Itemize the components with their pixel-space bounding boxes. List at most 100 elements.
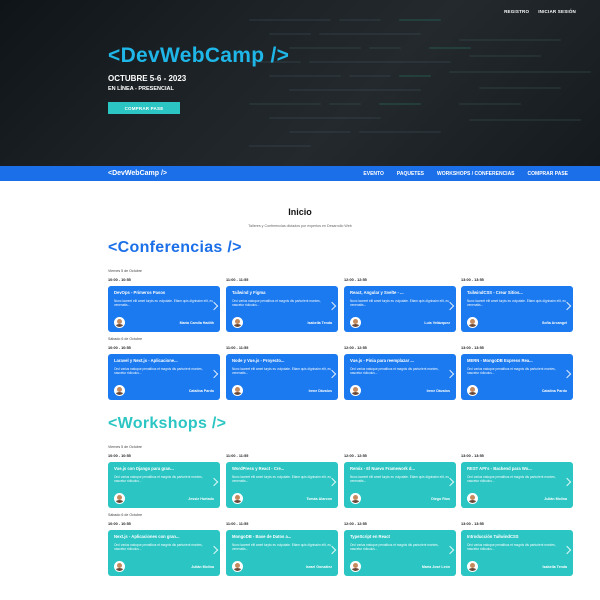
chevron-right-icon[interactable]	[209, 545, 219, 555]
chevron-right-icon[interactable]	[562, 301, 572, 311]
events-row: 10:00 - 10:55 Laravel y Next.js - Aplicac…	[108, 346, 576, 408]
day-label: Sábado 6 de Octubre	[108, 513, 143, 517]
nav-link-comprar-pase[interactable]: COMPRAR PASE	[528, 171, 568, 177]
event-card[interactable]: Next.js - Aplicaciones con gran... Orci v…	[108, 530, 220, 576]
event-column: 11:00 - 11:55 Node y Vue.js - Proyecto...…	[226, 346, 338, 400]
register-link[interactable]: REGISTRO	[504, 9, 529, 14]
nav-link-workshops[interactable]: WORKSHOPS / CONFERENCIAS	[437, 171, 515, 177]
event-card[interactable]: TailwindCSS - Crear Sitios... Nunc laoree…	[461, 286, 573, 332]
chevron-right-icon[interactable]	[445, 369, 455, 379]
chevron-right-icon[interactable]	[209, 369, 219, 379]
chevron-right-icon[interactable]	[209, 301, 219, 311]
event-footer: Diego Ríos	[350, 493, 450, 504]
event-title: Remix - El Nuevo Framework d...	[350, 466, 415, 471]
event-title: REST API's - Backend para Wo...	[467, 466, 532, 471]
event-card[interactable]: MERN - MongoDB Express Rea... Orci varius…	[461, 354, 573, 400]
event-card[interactable]: TypeScript en React Orci varius natoque p…	[344, 530, 456, 576]
nav-link-paquetes[interactable]: PAQUETES	[397, 171, 424, 177]
event-footer: Luis Velázquez	[350, 317, 450, 328]
event-description: Nunc laoreet elit amet turpis eu vulputa…	[467, 299, 567, 307]
event-card[interactable]: DevOps - Primeros Pasos Nunc laoreet elit…	[108, 286, 220, 332]
speaker-avatar	[350, 561, 361, 572]
event-time: 11:00 - 11:55	[226, 522, 249, 526]
speaker-avatar	[232, 561, 243, 572]
section-title-workshops: <Workshops />	[108, 415, 227, 432]
event-time: 13:00 - 13:55	[461, 278, 484, 282]
event-description: Nunc laoreet elit amet turpis eu vulputa…	[232, 367, 332, 375]
speaker-avatar	[232, 385, 243, 396]
chevron-right-icon[interactable]	[562, 477, 572, 487]
event-column: 10:00 - 10:55 DevOps - Primeros Pasos Nunc…	[108, 278, 220, 332]
hero-brand-title[interactable]: <DevWebCamp />	[108, 44, 289, 68]
event-card[interactable]: WordPress y React - Cre... Nunc laoreet e…	[226, 462, 338, 508]
event-time: 13:00 - 13:55	[461, 522, 484, 526]
speaker-name: Isabella Tenda	[307, 320, 333, 325]
chevron-right-icon[interactable]	[327, 545, 337, 555]
event-title: Vue.js - Pinia para reemplazar ...	[350, 358, 414, 363]
event-column: 10:00 - 10:55 Next.js - Aplicaciones con …	[108, 522, 220, 576]
event-footer: Catalina Pardo	[114, 385, 214, 396]
event-footer: Catalina Pardo	[467, 385, 567, 396]
chevron-right-icon[interactable]	[327, 477, 337, 487]
event-time: 13:00 - 13:55	[461, 346, 484, 350]
speaker-name: Luis Velázquez	[424, 320, 450, 325]
chevron-right-icon[interactable]	[327, 369, 337, 379]
chevron-right-icon[interactable]	[327, 301, 337, 311]
event-card[interactable]: Laravel y Next.js - Aplicacione... Orci v…	[108, 354, 220, 400]
event-description: Orci varius natoque penatibus et magnis …	[467, 475, 556, 483]
event-card[interactable]: Tailwind y Figma Orci varius natoque pena…	[226, 286, 338, 332]
navbar-logo[interactable]: <DevWebCamp />	[108, 170, 167, 177]
chevron-right-icon[interactable]	[445, 301, 455, 311]
speaker-name: Julián Molina	[191, 564, 214, 569]
event-footer: Isabella Tenda	[467, 561, 567, 572]
chevron-right-icon[interactable]	[209, 477, 219, 487]
event-footer: Irene Dávalos	[350, 385, 450, 396]
event-title: Next.js - Aplicaciones con gran...	[114, 534, 180, 539]
event-time: 11:00 - 11:55	[226, 454, 249, 458]
chevron-right-icon[interactable]	[562, 369, 572, 379]
event-title: Vue.js con Django para gran...	[114, 466, 174, 471]
event-card[interactable]: Vue.js con Django para gran... Orci variu…	[108, 462, 220, 508]
login-link[interactable]: INICIAR SESIÓN	[538, 9, 576, 14]
event-column: 12:00 - 12:55 Remix - El Nuevo Framework …	[344, 454, 456, 508]
event-description: Nunc laoreet elit amet turpis eu vulputa…	[232, 475, 332, 483]
speaker-name: Julián Molina	[544, 496, 567, 501]
event-footer: Sofía Arcangel	[467, 317, 567, 328]
speaker-avatar	[114, 385, 125, 396]
event-card[interactable]: Node y Vue.js - Proyecto... Nunc laoreet …	[226, 354, 338, 400]
event-description: Orci varius natoque penatibus et magnis …	[232, 299, 321, 307]
event-footer: Isabella Tenda	[232, 317, 332, 328]
event-card[interactable]: Remix - El Nuevo Framework d... Nunc laor…	[344, 462, 456, 508]
event-card[interactable]: MongoDB - Base de Datos a... Nunc laoreet…	[226, 530, 338, 576]
event-time: 12:00 - 12:55	[344, 454, 367, 458]
buy-pass-button[interactable]: COMPRAR PASE	[108, 102, 180, 114]
day-label: Sábado 6 de Octubre	[108, 337, 143, 341]
chevron-right-icon[interactable]	[445, 545, 455, 555]
speaker-name: María Camila Hadith	[179, 320, 214, 325]
speaker-name: Irene Dávalos	[426, 388, 450, 393]
speaker-name: Sofía Arcangel	[541, 320, 567, 325]
section-title-conferencias: <Conferencias />	[108, 239, 242, 256]
event-footer: Julián Molina	[467, 493, 567, 504]
event-column: 13:00 - 13:55 Introducción TailwindCSS Orc…	[461, 522, 573, 576]
nav-link-evento[interactable]: EVENTO	[363, 171, 383, 177]
speaker-avatar	[350, 493, 361, 504]
event-time: 10:00 - 10:55	[108, 454, 131, 458]
speaker-avatar	[114, 493, 125, 504]
chevron-right-icon[interactable]	[445, 477, 455, 487]
chevron-right-icon[interactable]	[562, 545, 572, 555]
event-date: OCTUBRE 5-6 - 2023	[108, 74, 187, 83]
speaker-avatar	[232, 493, 243, 504]
event-card[interactable]: React, Angular y Svelte - ... Nunc laoree…	[344, 286, 456, 332]
events-row: 10:00 - 10:55 Vue.js con Django para gran…	[108, 454, 576, 516]
event-footer: María Camila Hadith	[114, 317, 214, 328]
speaker-avatar	[114, 317, 125, 328]
event-column: 10:00 - 10:55 Vue.js con Django para gran…	[108, 454, 220, 508]
top-auth-links: REGISTRO INICIAR SESIÓN	[504, 9, 576, 14]
event-card[interactable]: REST API's - Backend para Wo... Orci vari…	[461, 462, 573, 508]
page-title: Inicio	[288, 207, 312, 217]
event-card[interactable]: Introducción TailwindCSS Orci varius nato…	[461, 530, 573, 576]
event-card[interactable]: Vue.js - Pinia para reemplazar ... Orci v…	[344, 354, 456, 400]
speaker-name: Irene Dávalos	[308, 388, 332, 393]
event-column: 10:00 - 10:55 Laravel y Next.js - Aplicac…	[108, 346, 220, 400]
